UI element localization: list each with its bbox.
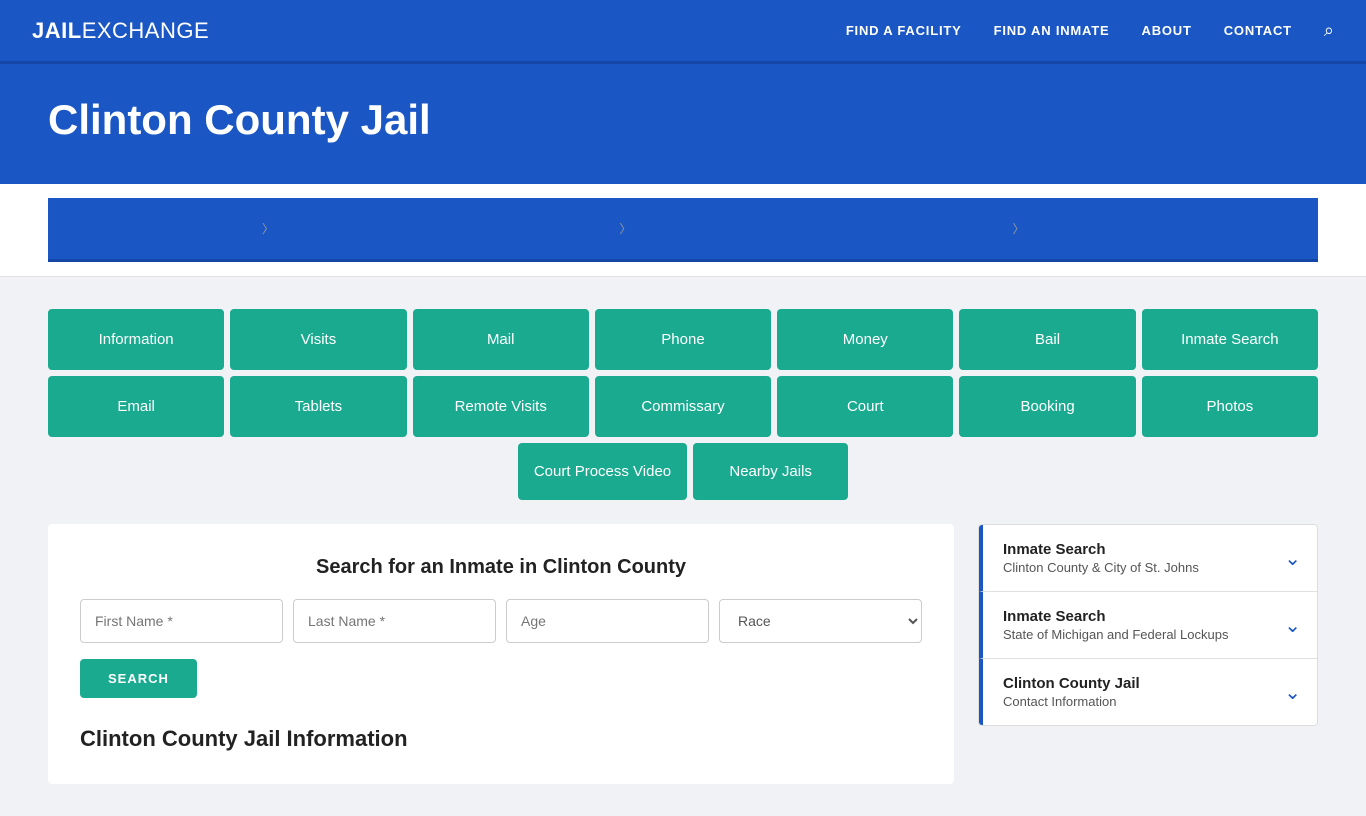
logo-jail: JAIL xyxy=(32,18,82,43)
breadcrumb-sep-2: 〉 xyxy=(619,220,631,237)
chevron-down-icon-2: ⌄ xyxy=(1284,613,1301,638)
age-input[interactable] xyxy=(506,599,709,643)
btn-visits[interactable]: Visits xyxy=(230,309,406,370)
button-grid-row3: Court Process Video Nearby Jails xyxy=(48,443,1318,500)
btn-information[interactable]: Information xyxy=(48,309,224,370)
search-button[interactable]: SEARCH xyxy=(80,659,197,698)
btn-photos[interactable]: Photos xyxy=(1142,376,1318,437)
hero-section: Clinton County Jail xyxy=(0,64,1366,184)
info-section-header: Clinton County Jail Information xyxy=(80,726,922,752)
btn-remote-visits[interactable]: Remote Visits xyxy=(413,376,589,437)
search-panel: Search for an Inmate in Clinton County R… xyxy=(48,524,954,784)
site-logo[interactable]: JAILEXCHANGE xyxy=(32,18,209,44)
logo-exchange: EXCHANGE xyxy=(82,18,209,43)
btn-nearby-jails[interactable]: Nearby Jails xyxy=(693,443,848,500)
breadcrumb-current: Clinton County Jail xyxy=(1169,221,1286,237)
button-grid-row1: Information Visits Mail Phone Money Bail… xyxy=(48,309,1318,370)
nav-about[interactable]: ABOUT xyxy=(1142,23,1192,38)
info-title: Clinton County Jail Information xyxy=(80,726,922,752)
btn-inmate-search[interactable]: Inmate Search xyxy=(1142,309,1318,370)
sidebar-item-county-subtitle: Clinton County & City of St. Johns xyxy=(1003,560,1199,575)
btn-email[interactable]: Email xyxy=(48,376,224,437)
btn-commissary[interactable]: Commissary xyxy=(595,376,771,437)
sidebar-item-contact-title: Clinton County Jail xyxy=(1003,675,1140,692)
nav-find-inmate[interactable]: FIND AN INMATE xyxy=(994,23,1110,38)
btn-money[interactable]: Money xyxy=(777,309,953,370)
breadcrumb: Home 〉 Michigan 〉 Clinton County 〉 Clint… xyxy=(48,198,1318,262)
chevron-down-icon-3: ⌄ xyxy=(1284,680,1301,705)
breadcrumb-michigan[interactable]: Michigan xyxy=(419,221,475,237)
main-content: Information Visits Mail Phone Money Bail… xyxy=(0,277,1366,816)
btn-tablets[interactable]: Tablets xyxy=(230,376,406,437)
breadcrumb-sep-3: 〉 xyxy=(1013,220,1025,237)
last-name-input[interactable] xyxy=(293,599,496,643)
sidebar-item-contact[interactable]: Clinton County Jail Contact Information … xyxy=(979,659,1317,725)
sidebar-item-state-search[interactable]: Inmate Search State of Michigan and Fede… xyxy=(979,592,1317,659)
btn-booking[interactable]: Booking xyxy=(959,376,1135,437)
sidebar-item-state-subtitle: State of Michigan and Federal Lockups xyxy=(1003,627,1228,642)
breadcrumb-sep-1: 〉 xyxy=(262,220,274,237)
button-grid-row2: Email Tablets Remote Visits Commissary C… xyxy=(48,376,1318,437)
nav-contact[interactable]: CONTACT xyxy=(1224,23,1292,38)
sidebar: Inmate Search Clinton County & City of S… xyxy=(978,524,1318,726)
sidebar-item-county-search[interactable]: Inmate Search Clinton County & City of S… xyxy=(979,525,1317,592)
btn-phone[interactable]: Phone xyxy=(595,309,771,370)
sidebar-item-county-title: Inmate Search xyxy=(1003,541,1199,558)
search-icon[interactable]: ⌕ xyxy=(1324,20,1334,41)
nav-links: FIND A FACILITY FIND AN INMATE ABOUT CON… xyxy=(846,20,1334,41)
btn-court[interactable]: Court xyxy=(777,376,953,437)
breadcrumb-county[interactable]: Clinton County xyxy=(776,221,868,237)
navbar: JAILEXCHANGE FIND A FACILITY FIND AN INM… xyxy=(0,0,1366,64)
page-title: Clinton County Jail xyxy=(48,96,1318,144)
breadcrumb-bar: Home 〉 Michigan 〉 Clinton County 〉 Clint… xyxy=(0,184,1366,277)
search-title: Search for an Inmate in Clinton County xyxy=(80,556,922,579)
nav-find-facility[interactable]: FIND A FACILITY xyxy=(846,23,962,38)
sidebar-item-state-title: Inmate Search xyxy=(1003,608,1228,625)
btn-court-process-video[interactable]: Court Process Video xyxy=(518,443,687,500)
first-name-input[interactable] xyxy=(80,599,283,643)
btn-mail[interactable]: Mail xyxy=(413,309,589,370)
search-fields: Race xyxy=(80,599,922,643)
race-select[interactable]: Race xyxy=(719,599,922,643)
btn-bail[interactable]: Bail xyxy=(959,309,1135,370)
lower-section: Search for an Inmate in Clinton County R… xyxy=(48,524,1318,784)
breadcrumb-home[interactable]: Home xyxy=(80,221,117,237)
chevron-down-icon: ⌄ xyxy=(1284,546,1301,571)
sidebar-item-contact-subtitle: Contact Information xyxy=(1003,694,1140,709)
